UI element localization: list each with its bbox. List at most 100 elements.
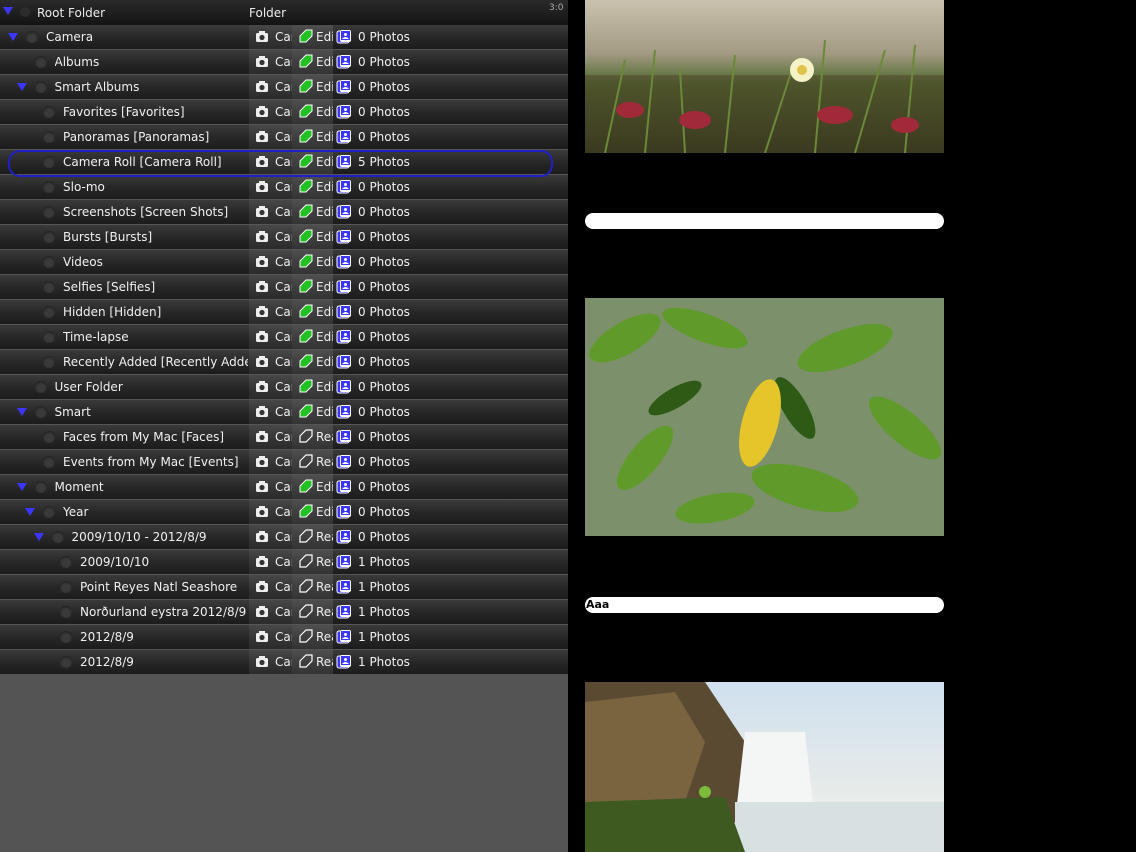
photos-icon[interactable]: [336, 429, 352, 445]
edit-tag-icon[interactable]: [298, 129, 313, 144]
edit-tag-icon[interactable]: [298, 304, 313, 319]
root-folder-label[interactable]: Root Folder: [37, 6, 105, 20]
edit-tag-icon[interactable]: [298, 29, 313, 44]
edit-tag-icon[interactable]: [298, 104, 313, 119]
expand-triangle-icon[interactable]: [3, 7, 13, 15]
camera-icon[interactable]: [255, 330, 269, 343]
edit-tag-icon[interactable]: [298, 179, 313, 194]
edit-tag-icon[interactable]: [298, 504, 313, 519]
folder-row[interactable]: Point Reyes Natl Seashore Camera Read 1 Pho…: [0, 575, 568, 600]
camera-icon[interactable]: [255, 180, 269, 193]
expand-triangle-icon[interactable]: [16, 408, 27, 416]
camera-icon[interactable]: [255, 405, 269, 418]
photos-icon[interactable]: [336, 129, 352, 145]
photos-icon[interactable]: [336, 204, 352, 220]
folder-row[interactable]: 2012/8/9 Camera Read 1 Photos: [0, 625, 568, 650]
photos-icon[interactable]: [336, 504, 352, 520]
photos-icon[interactable]: [336, 354, 352, 370]
expand-triangle-icon[interactable]: [16, 483, 27, 491]
camera-icon[interactable]: [255, 655, 269, 668]
folder-row[interactable]: Moment Camera Edit 0 Photos: [0, 475, 568, 500]
folder-row[interactable]: Screenshots [Screen Shots] Camera Edit 0 Ph…: [0, 200, 568, 225]
camera-icon[interactable]: [255, 130, 269, 143]
photo-flower[interactable]: [585, 0, 944, 153]
edit-tag-icon[interactable]: [298, 379, 313, 394]
folder-row[interactable]: Bursts [Bursts] Camera Edit 0 Photos: [0, 225, 568, 250]
edit-tag-icon[interactable]: [298, 229, 313, 244]
photos-icon[interactable]: [336, 54, 352, 70]
camera-icon[interactable]: [255, 630, 269, 643]
expand-triangle-icon[interactable]: [25, 508, 35, 516]
folder-row[interactable]: Albums Camera Edit 0 Photos: [0, 50, 568, 75]
edit-tag-icon[interactable]: [298, 479, 313, 494]
folder-row[interactable]: Hidden [Hidden] Camera Edit 0 Photos: [0, 300, 568, 325]
camera-icon[interactable]: [255, 580, 269, 593]
folder-row[interactable]: Smart Albums Camera Edit 0 Photos: [0, 75, 568, 100]
folder-row[interactable]: Recently Added [Recently Added] Camera Edi…: [0, 350, 568, 375]
folder-row[interactable]: Norðurland eystra 2012/8/9 : Camera Read 1 …: [0, 600, 568, 625]
photos-icon[interactable]: [336, 254, 352, 270]
camera-icon[interactable]: [255, 30, 269, 43]
camera-icon[interactable]: [255, 280, 269, 293]
camera-icon[interactable]: [255, 305, 269, 318]
folder-row[interactable]: User Folder Camera Edit 0 Photos: [0, 375, 568, 400]
folder-row[interactable]: 2009/10/10 Camera Read 1 Photos: [0, 550, 568, 575]
camera-icon[interactable]: [255, 430, 269, 443]
folder-row[interactable]: Faces from My Mac [Faces] Camera Read 0 Pho…: [0, 425, 568, 450]
folder-row[interactable]: Camera Camera Edit 0 Photos: [0, 25, 568, 50]
photos-icon[interactable]: [336, 454, 352, 470]
camera-icon[interactable]: [255, 605, 269, 618]
camera-icon[interactable]: [255, 105, 269, 118]
edit-tag-icon[interactable]: [298, 629, 313, 644]
photos-icon[interactable]: [336, 79, 352, 95]
edit-tag-icon[interactable]: [298, 204, 313, 219]
edit-tag-icon[interactable]: [298, 654, 313, 669]
folder-row[interactable]: Selfies [Selfies] Camera Edit 0 Photos: [0, 275, 568, 300]
camera-icon[interactable]: [255, 455, 269, 468]
folder-row[interactable]: Time-lapse Camera Edit 0 Photos: [0, 325, 568, 350]
folder-row[interactable]: 2012/8/9 Camera Read 1 Photos: [0, 650, 568, 675]
edit-tag-icon[interactable]: [298, 254, 313, 269]
photos-icon[interactable]: [336, 379, 352, 395]
edit-tag-icon[interactable]: [298, 529, 313, 544]
photos-icon[interactable]: [336, 529, 352, 545]
photos-icon[interactable]: [336, 404, 352, 420]
folder-row[interactable]: Year Camera Edit 0 Photos: [0, 500, 568, 525]
camera-icon[interactable]: [255, 530, 269, 543]
photos-icon[interactable]: [336, 29, 352, 45]
folder-row[interactable]: Videos Camera Edit 0 Photos: [0, 250, 568, 275]
photos-icon[interactable]: [336, 104, 352, 120]
camera-icon[interactable]: [255, 555, 269, 568]
folder-row[interactable]: Panoramas [Panoramas] Camera Edit 0 Photos: [0, 125, 568, 150]
camera-icon[interactable]: [255, 355, 269, 368]
photos-icon[interactable]: [336, 654, 352, 670]
folder-row[interactable]: Events from My Mac [Events] Camera Read 0 P…: [0, 450, 568, 475]
photos-icon[interactable]: [336, 329, 352, 345]
photos-icon[interactable]: [336, 279, 352, 295]
edit-tag-icon[interactable]: [298, 54, 313, 69]
camera-icon[interactable]: [255, 230, 269, 243]
expand-triangle-icon[interactable]: [8, 33, 18, 41]
expand-triangle-icon[interactable]: [16, 83, 27, 91]
caption-bar[interactable]: [585, 213, 944, 229]
folder-row[interactable]: Slo-mo Camera Edit 0 Photos: [0, 175, 568, 200]
edit-tag-icon[interactable]: [298, 279, 313, 294]
camera-icon[interactable]: [255, 505, 269, 518]
photos-icon[interactable]: [336, 554, 352, 570]
camera-icon[interactable]: [255, 80, 269, 93]
camera-icon[interactable]: [255, 380, 269, 393]
photo-waterfall[interactable]: [585, 682, 944, 852]
photos-icon[interactable]: [336, 179, 352, 195]
expand-triangle-icon[interactable]: [33, 533, 44, 541]
camera-icon[interactable]: [255, 480, 269, 493]
edit-tag-icon[interactable]: [298, 554, 313, 569]
photos-icon[interactable]: [336, 604, 352, 620]
edit-tag-icon[interactable]: [298, 454, 313, 469]
edit-tag-icon[interactable]: [298, 579, 313, 594]
edit-tag-icon[interactable]: [298, 604, 313, 619]
camera-icon[interactable]: [255, 255, 269, 268]
edit-tag-icon[interactable]: [298, 404, 313, 419]
photo-leaves[interactable]: [585, 298, 944, 536]
caption-bar-2[interactable]: Aaa: [585, 597, 944, 613]
folder-row[interactable]: Smart Camera Edit 0 Photos: [0, 400, 568, 425]
